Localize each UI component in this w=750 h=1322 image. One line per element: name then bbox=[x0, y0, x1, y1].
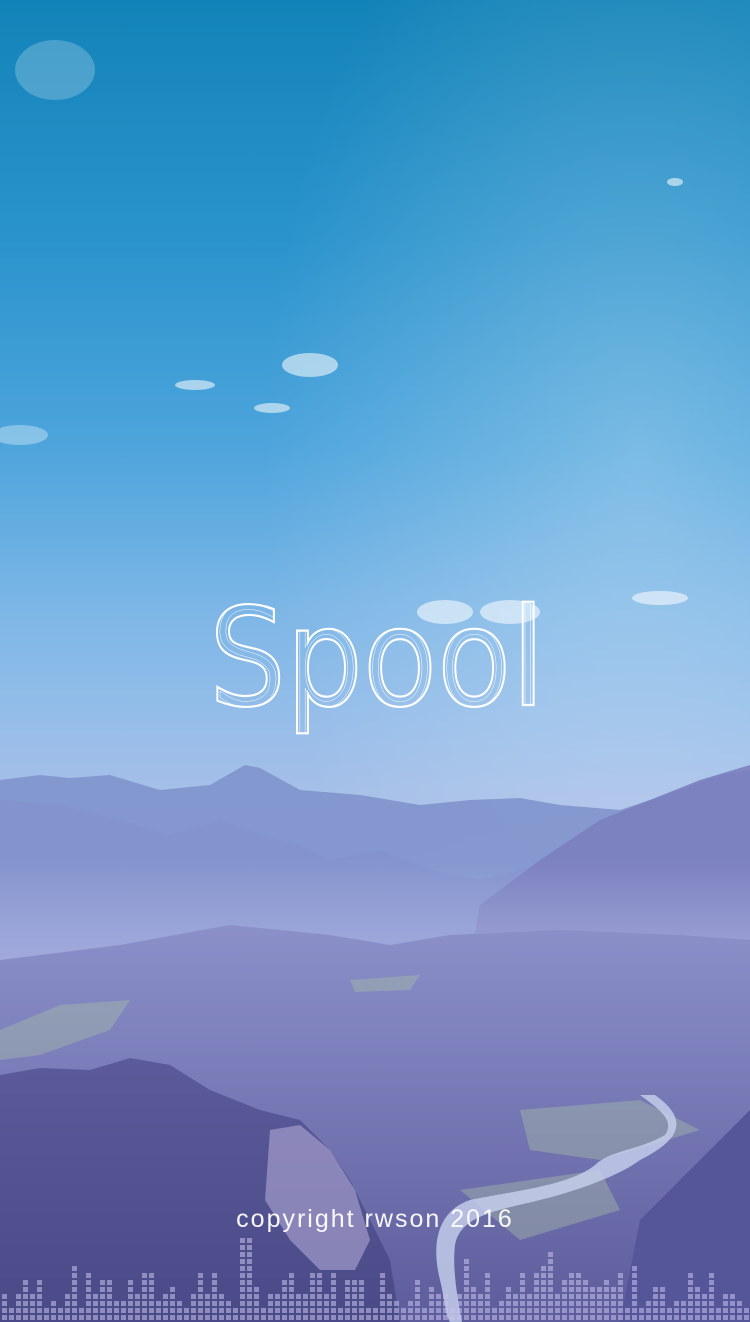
splash-screen: Spool Spool copyright rwson 2016 bbox=[0, 0, 750, 1322]
app-title-container: Spool Spool bbox=[208, 579, 546, 739]
audio-equalizer-icon bbox=[2, 1238, 749, 1320]
app-title-fill: Spool bbox=[209, 580, 545, 738]
